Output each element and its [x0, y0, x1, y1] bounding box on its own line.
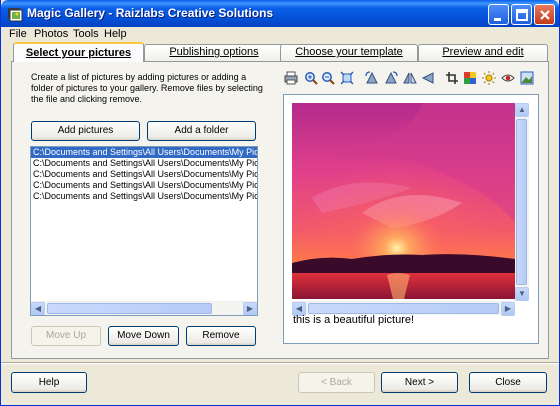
list-item[interactable]: C:\Documents and Settings\All Users\Docu… [31, 147, 257, 158]
minimize-icon [494, 18, 501, 21]
list-item[interactable]: C:\Documents and Settings\All Users\Docu… [31, 180, 257, 191]
tab-select-pictures[interactable]: Select your pictures [13, 42, 144, 62]
scroll-right-arrow[interactable]: ▶ [243, 302, 257, 315]
tab-preview-edit[interactable]: Preview and edit [418, 44, 548, 61]
preview-photo [292, 103, 515, 299]
title-bar[interactable]: Magic Gallery - Raizlabs Creative Soluti… [1, 0, 559, 27]
rotate-right-icon[interactable] [384, 71, 398, 85]
maximize-icon [516, 9, 528, 21]
footer-separator [1, 362, 559, 364]
scroll-right-arrow[interactable]: ▶ [501, 302, 515, 316]
app-window: Magic Gallery - Raizlabs Creative Soluti… [0, 0, 560, 406]
menu-photos[interactable]: Photos [34, 27, 68, 41]
image-properties-icon[interactable] [520, 71, 534, 85]
add-folder-button[interactable]: Add a folder [147, 121, 256, 141]
menu-help[interactable]: Help [104, 27, 127, 41]
tab-publishing-options[interactable]: Publishing options [144, 44, 284, 61]
list-horizontal-scrollbar[interactable]: ◀ ▶ [31, 301, 257, 315]
preview-vertical-scrollbar[interactable]: ▲ ▼ [515, 103, 529, 301]
fit-icon[interactable] [340, 71, 354, 85]
photo-caption[interactable]: this is a beautiful picture! [293, 314, 414, 326]
scroll-up-arrow[interactable]: ▲ [515, 103, 529, 117]
flip-vertical-icon[interactable] [403, 71, 417, 85]
back-button[interactable]: < Back [298, 372, 375, 393]
scroll-left-arrow[interactable]: ◀ [31, 302, 45, 315]
add-pictures-button[interactable]: Add pictures [31, 121, 140, 141]
close-window-button[interactable] [534, 4, 555, 25]
move-down-button[interactable]: Move Down [108, 326, 179, 346]
next-button[interactable]: Next > [381, 372, 458, 393]
remove-button[interactable]: Remove [186, 326, 256, 346]
print-icon[interactable] [284, 71, 298, 85]
zoom-out-icon[interactable] [321, 71, 335, 85]
brightness-icon[interactable] [482, 71, 496, 85]
crop-icon[interactable] [445, 71, 459, 85]
rotate-left-icon[interactable] [365, 71, 379, 85]
preview-horizontal-scrollbar[interactable]: ◀ ▶ [292, 301, 515, 316]
close-button[interactable]: Close [469, 372, 547, 393]
move-up-button[interactable]: Move Up [31, 326, 101, 346]
menu-tools[interactable]: Tools [73, 27, 99, 41]
menu-bar: File Photos Tools Help [1, 27, 559, 41]
window-title: Magic Gallery - Raizlabs Creative Soluti… [27, 6, 274, 20]
list-item[interactable]: C:\Documents and Settings\All Users\Docu… [31, 191, 257, 202]
help-button[interactable]: Help [11, 372, 87, 393]
minimize-button[interactable] [488, 4, 509, 25]
scroll-thumb[interactable] [47, 303, 212, 314]
picture-file-list[interactable]: C:\Documents and Settings\All Users\Docu… [30, 146, 258, 316]
scroll-thumb[interactable] [308, 303, 499, 314]
color-icon[interactable] [463, 71, 477, 85]
maximize-button[interactable] [511, 4, 532, 25]
flip-horizontal-icon[interactable] [421, 71, 435, 85]
instructions-text: Create a list of pictures by adding pict… [31, 72, 263, 104]
list-item[interactable]: C:\Documents and Settings\All Users\Docu… [31, 169, 257, 180]
menu-file[interactable]: File [9, 27, 27, 41]
list-item[interactable]: C:\Documents and Settings\All Users\Docu… [31, 158, 257, 169]
scroll-down-arrow[interactable]: ▼ [515, 287, 529, 301]
tab-choose-template[interactable]: Choose your template [280, 44, 418, 61]
close-icon [540, 10, 550, 20]
zoom-in-icon[interactable] [304, 71, 318, 85]
red-eye-icon[interactable] [501, 71, 515, 85]
scroll-thumb[interactable] [516, 119, 527, 285]
app-icon [8, 8, 23, 22]
